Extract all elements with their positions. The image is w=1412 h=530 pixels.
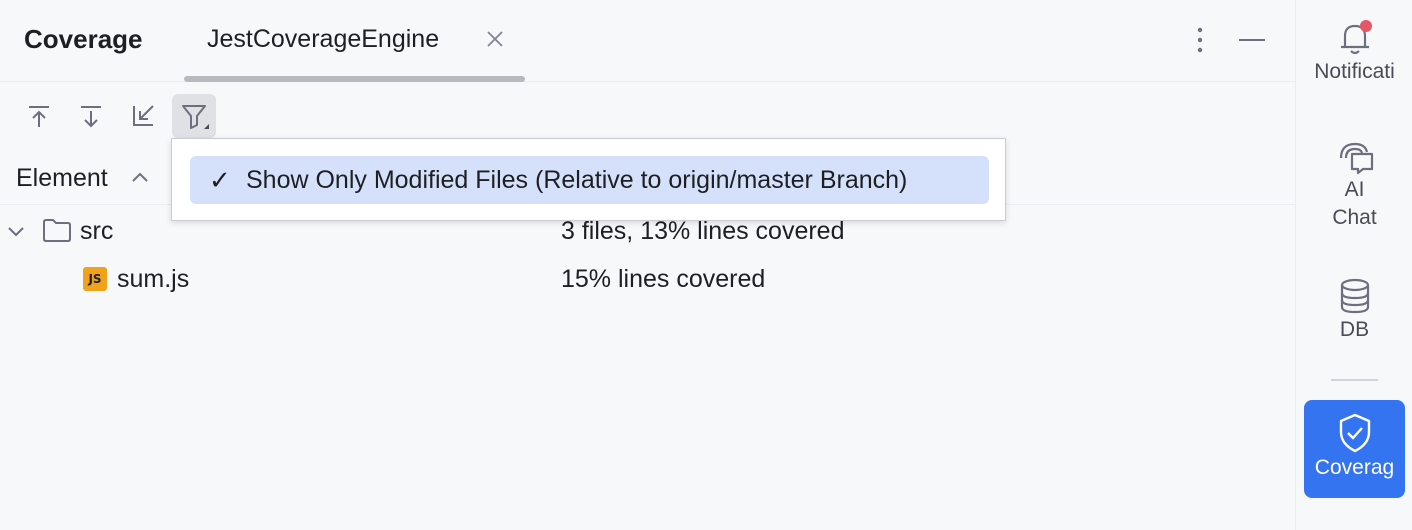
sidebar-item-coverage[interactable]: Coverag (1304, 400, 1405, 498)
javascript-file-icon: JS (83, 267, 107, 291)
more-vertical-icon[interactable] (1188, 24, 1212, 56)
tree-row-name: sum.js (117, 265, 190, 293)
panel-title: Coverage (24, 24, 143, 54)
sidebar-item-ai-chat[interactable]: AI Chat (1304, 136, 1405, 236)
tree-row-coverage: 3 files, 13% lines covered (561, 217, 845, 245)
close-icon[interactable] (484, 28, 506, 50)
tree-row-name: src (80, 217, 114, 245)
chevron-down-icon[interactable] (6, 221, 26, 241)
sidebar-item-db[interactable]: DB (1304, 276, 1405, 356)
export-icon (81, 106, 101, 128)
ai-chat-icon (1339, 142, 1373, 175)
sidebar-item-label-line1: AI (1344, 178, 1365, 201)
tree-row-coverage: 15% lines covered (561, 265, 766, 293)
filter-popup-menu: ✓ Show Only Modified Files (Relative to … (171, 138, 1006, 221)
column-element-header[interactable]: Element (16, 164, 108, 193)
sidebar-item-label: DB (1339, 318, 1370, 341)
sidebar-item-label: Notificati (1314, 60, 1395, 83)
export-button[interactable] (69, 94, 113, 138)
minimize-icon[interactable] (1237, 26, 1267, 54)
collapse-arrow-icon (133, 105, 154, 126)
database-icon (1340, 278, 1369, 314)
sidebar-item-label-line2: Chat (1332, 206, 1377, 229)
tree-row-sum-js[interactable]: JS sum.js 15% lines covered (0, 255, 1295, 303)
folder-icon (43, 219, 71, 242)
menu-item-label: Show Only Modified Files (Relative to or… (246, 166, 908, 194)
panel-header: Coverage JestCoverageEngine (0, 0, 1295, 82)
collapse-button[interactable] (121, 94, 165, 138)
coverage-panel: Coverage JestCoverageEngine Element src … (0, 0, 1295, 530)
sidebar-item-notifications[interactable]: Notificati (1304, 18, 1405, 98)
right-tool-strip: Notificati AI Chat DB Coverag (1295, 0, 1412, 530)
filter-icon (182, 105, 209, 129)
checkmark-icon: ✓ (209, 166, 231, 196)
import-icon (29, 106, 49, 127)
shield-check-icon (1339, 413, 1370, 453)
tab-label: JestCoverageEngine (207, 25, 440, 53)
tab-jest-coverage-engine[interactable]: JestCoverageEngine (184, 0, 525, 82)
filter-button[interactable] (172, 94, 216, 138)
coverage-tool-window: Coverage JestCoverageEngine Element src … (0, 0, 1412, 530)
sort-ascending-icon[interactable] (129, 166, 151, 188)
import-button[interactable] (17, 94, 61, 138)
menu-item-show-only-modified-files[interactable]: ✓ Show Only Modified Files (Relative to … (190, 156, 989, 204)
sidebar-item-label: Coverag (1314, 456, 1395, 479)
bell-icon (1340, 20, 1372, 55)
sidebar-separator (1331, 379, 1378, 381)
